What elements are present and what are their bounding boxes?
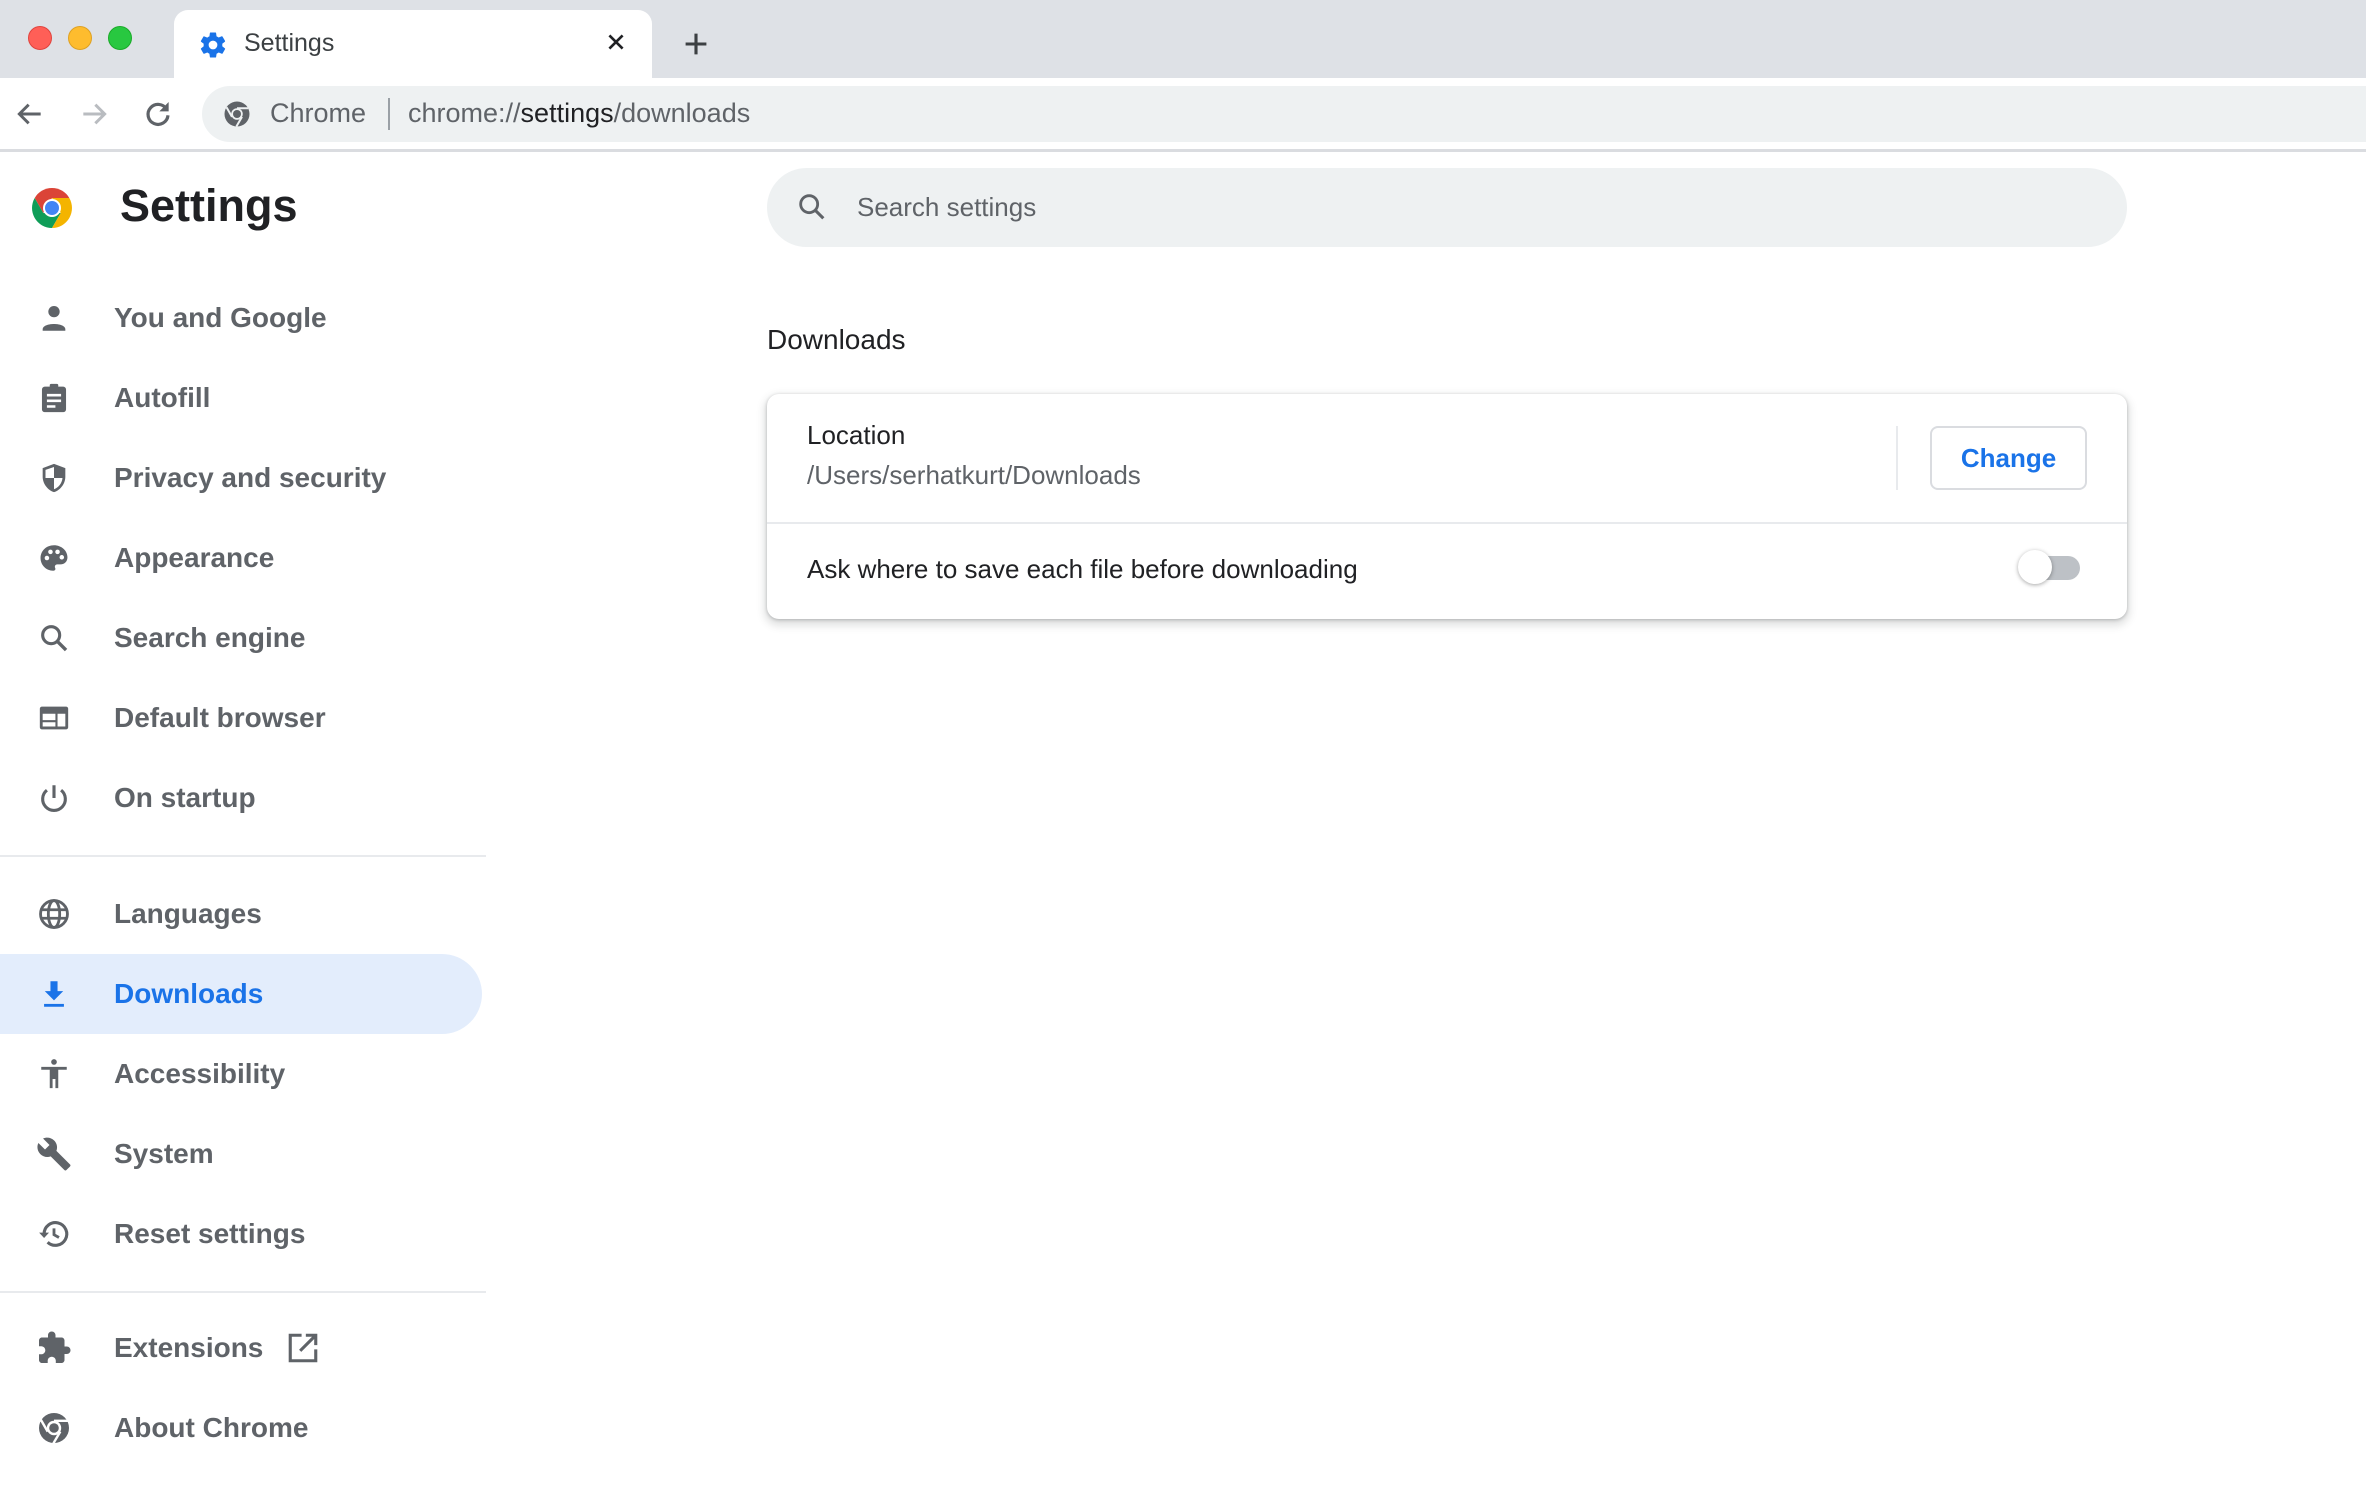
plus-icon xyxy=(685,33,707,55)
url-path: /downloads xyxy=(613,98,751,128)
search-input[interactable] xyxy=(857,168,2057,247)
download-icon xyxy=(35,975,73,1013)
location-path: /Users/serhatkurt/Downloads xyxy=(807,460,1141,490)
ask-where-toggle[interactable] xyxy=(2018,548,2082,588)
sidebar-divider xyxy=(0,1291,486,1293)
chrome-logo-icon xyxy=(28,184,76,232)
card-row-divider xyxy=(767,522,2127,524)
sidebar-item-label: Languages xyxy=(114,898,262,929)
power-icon xyxy=(35,779,73,817)
toolbar: Chrome chrome://settings/downloads xyxy=(0,78,2366,150)
sidebar-item-label: Extensions xyxy=(114,1332,264,1363)
window-close-button[interactable] xyxy=(28,26,52,50)
back-button[interactable] xyxy=(8,92,52,136)
sidebar-item-label: System xyxy=(114,1138,214,1169)
sidebar-item-label: Privacy and security xyxy=(114,462,387,493)
arrow-right-icon xyxy=(83,103,107,125)
location-label: Location xyxy=(807,420,906,450)
sidebar-item-extensions[interactable]: Extensions xyxy=(0,1308,482,1388)
globe-icon xyxy=(35,895,73,933)
url-text[interactable]: chrome://settings/downloads xyxy=(408,98,750,129)
window-minimize-button[interactable] xyxy=(68,26,92,50)
chrome-icon xyxy=(222,99,252,129)
chrome-icon xyxy=(35,1409,73,1447)
accessibility-icon xyxy=(35,1055,73,1093)
tab-close-button[interactable] xyxy=(598,24,634,60)
arrow-left-icon xyxy=(17,103,41,125)
omnibox-separator xyxy=(388,98,390,130)
close-icon xyxy=(608,34,624,50)
sidebar-item-label: Autofill xyxy=(114,382,211,413)
clipboard-icon xyxy=(35,379,73,417)
search-icon xyxy=(35,619,73,657)
url-host: settings xyxy=(520,98,614,128)
palette-icon xyxy=(35,539,73,577)
sidebar-item-label: Downloads xyxy=(114,978,264,1009)
sidebar-item-label: Appearance xyxy=(114,542,275,573)
sidebar-item-label: You and Google xyxy=(114,302,327,333)
sidebar-item-label: Search engine xyxy=(114,622,306,653)
gear-icon xyxy=(198,30,228,60)
section-title: Downloads xyxy=(767,324,906,355)
sidebar-item-languages[interactable]: Languages xyxy=(0,874,482,954)
sidebar-divider xyxy=(0,855,486,857)
sidebar-item-default-browser[interactable]: Default browser xyxy=(0,678,482,758)
sidebar-item-label: Accessibility xyxy=(114,1058,286,1089)
toolbar-divider xyxy=(0,149,2366,152)
ask-where-label: Ask where to save each file before downl… xyxy=(807,554,1358,584)
sidebar-item-on-startup[interactable]: On startup xyxy=(0,758,482,838)
omnibox-chip: Chrome xyxy=(270,98,367,128)
search-icon xyxy=(795,190,829,224)
downloads-card: Location /Users/serhatkurt/Downloads Cha… xyxy=(767,394,2127,619)
sidebar-item-label: Reset settings xyxy=(114,1218,306,1249)
tab-strip: Settings xyxy=(0,0,2366,78)
reload-button[interactable] xyxy=(136,92,180,136)
reload-icon xyxy=(146,102,170,126)
history-icon xyxy=(35,1215,73,1253)
shield-icon xyxy=(35,459,73,497)
sidebar-item-appearance[interactable]: Appearance xyxy=(0,518,482,598)
sidebar-item-system[interactable]: System xyxy=(0,1114,482,1194)
toggle-knob xyxy=(2018,550,2052,584)
sidebar-item-autofill[interactable]: Autofill xyxy=(0,358,482,438)
sidebar-item-privacy-and-security[interactable]: Privacy and security xyxy=(0,438,482,518)
tab-settings[interactable]: Settings xyxy=(174,10,652,78)
open-in-new-icon[interactable] xyxy=(286,1331,320,1365)
window-maximize-button[interactable] xyxy=(108,26,132,50)
sidebar-item-label: On startup xyxy=(114,782,256,813)
sidebar-item-you-and-google[interactable]: You and Google xyxy=(0,278,482,358)
new-tab-button[interactable] xyxy=(674,22,718,66)
forward-button[interactable] xyxy=(72,92,116,136)
sidebar-item-accessibility[interactable]: Accessibility xyxy=(0,1034,482,1114)
sidebar-item-label: Default browser xyxy=(114,702,326,733)
tab-title: Settings xyxy=(244,29,335,57)
row-vertical-separator xyxy=(1896,426,1898,490)
sidebar-item-downloads[interactable]: Downloads xyxy=(0,954,482,1034)
person-icon xyxy=(35,299,73,337)
wrench-icon xyxy=(35,1135,73,1173)
change-location-button[interactable]: Change xyxy=(1930,426,2087,490)
url-scheme: chrome:// xyxy=(408,98,521,128)
browser-window-icon xyxy=(35,699,73,737)
sidebar-item-reset-settings[interactable]: Reset settings xyxy=(0,1194,482,1274)
address-bar[interactable]: Chrome chrome://settings/downloads xyxy=(202,86,2366,142)
page-title: Settings xyxy=(120,180,298,231)
sidebar-item-label: About Chrome xyxy=(114,1412,309,1443)
search-bar[interactable] xyxy=(767,168,2127,247)
sidebar-item-about-chrome[interactable]: About Chrome xyxy=(0,1388,482,1468)
puzzle-icon xyxy=(35,1329,73,1367)
sidebar-item-search-engine[interactable]: Search engine xyxy=(0,598,482,678)
